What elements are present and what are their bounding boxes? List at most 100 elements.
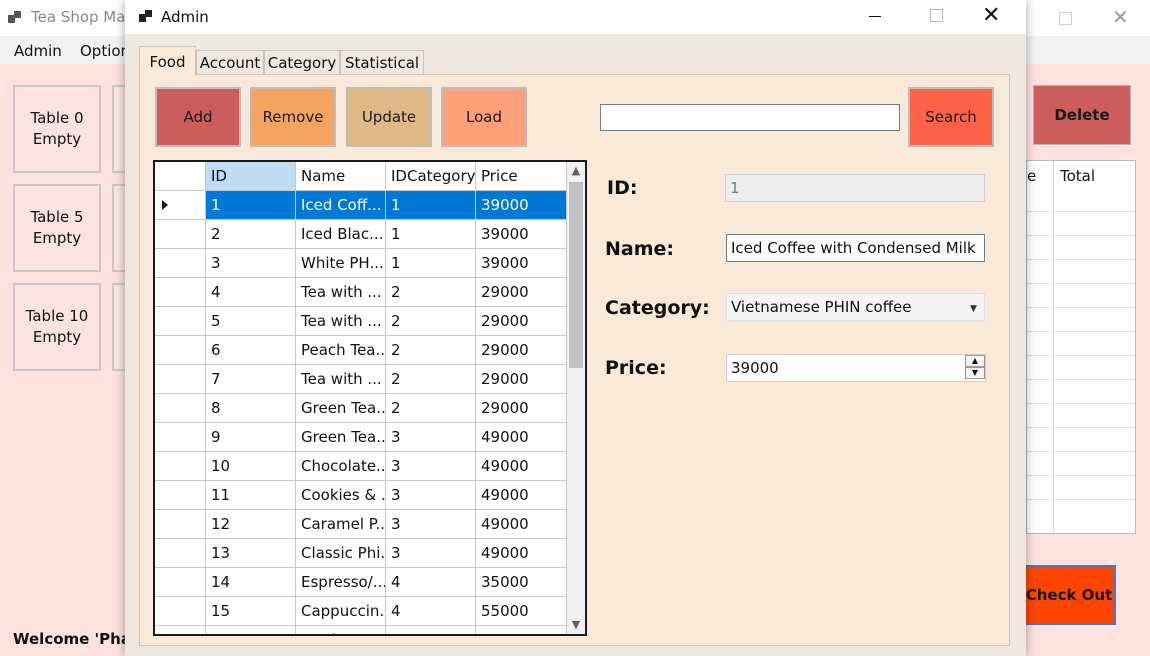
grid-cell-id[interactable]: 3 bbox=[206, 249, 296, 278]
grid-cell-price[interactable]: 55000 bbox=[476, 597, 567, 626]
grid-cell-price[interactable]: 49000 bbox=[476, 539, 567, 568]
row-header[interactable] bbox=[155, 336, 206, 365]
table-row[interactable]: 11 Cookies & ... 3 49000 bbox=[155, 481, 567, 510]
grid-cell-id[interactable]: 4 bbox=[206, 278, 296, 307]
row-header[interactable] bbox=[155, 249, 206, 278]
table-button-5[interactable]: Table 5 Empty bbox=[13, 184, 101, 272]
grid-cell-name[interactable]: Tea with ... bbox=[296, 278, 386, 307]
grid-cell-price[interactable]: 39000 bbox=[476, 191, 567, 220]
grid-cell-id[interactable]: 16 bbox=[206, 626, 296, 634]
grid-cell-idcategory[interactable]: 2 bbox=[386, 278, 476, 307]
table-row[interactable]: 16Mocha/C...459000 bbox=[155, 626, 567, 634]
grid-cell-idcategory[interactable]: 4 bbox=[386, 568, 476, 597]
scroll-thumb[interactable] bbox=[569, 182, 583, 368]
grid-cell-id[interactable]: 7 bbox=[206, 365, 296, 394]
row-header[interactable] bbox=[155, 597, 206, 626]
table-button-partial[interactable] bbox=[112, 184, 126, 272]
row-header[interactable] bbox=[155, 365, 206, 394]
grid-cell-name[interactable]: Espresso/... bbox=[296, 568, 386, 597]
grid-vertical-scrollbar[interactable]: ▲ ▼ bbox=[567, 162, 585, 634]
grid-cell-name[interactable]: Iced Blac... bbox=[296, 220, 386, 249]
tab-account[interactable]: Account bbox=[196, 50, 264, 74]
search-input[interactable] bbox=[600, 104, 900, 131]
grid-cell-id[interactable]: 9 bbox=[206, 423, 296, 452]
grid-cell-name[interactable]: Cappuccin... bbox=[296, 597, 386, 626]
table-row[interactable]: 10 Chocolate... 3 49000 bbox=[155, 452, 567, 481]
stepper-down-icon[interactable]: ▼ bbox=[965, 367, 985, 379]
table-row[interactable]: 9 Green Tea... 3 49000 bbox=[155, 423, 567, 452]
table-row[interactable]: 6 Peach Tea... 2 29000 bbox=[155, 336, 567, 365]
table-row[interactable]: 12 Caramel P... 3 49000 bbox=[155, 510, 567, 539]
table-row[interactable]: 3 White PH... 1 39000 bbox=[155, 249, 567, 278]
grid-cell-idcategory[interactable]: 2 bbox=[386, 307, 476, 336]
grid-cell-price[interactable]: 29000 bbox=[476, 278, 567, 307]
price-stepper[interactable]: 39000 bbox=[726, 354, 986, 382]
row-header[interactable] bbox=[155, 481, 206, 510]
row-header[interactable] bbox=[155, 423, 206, 452]
grid-cell-price[interactable]: 49000 bbox=[476, 452, 567, 481]
grid-cell-name[interactable]: Cookies & ... bbox=[296, 481, 386, 510]
scroll-up-icon[interactable]: ▲ bbox=[567, 162, 585, 180]
table-row[interactable]: 15 Cappuccin... 4 55000 bbox=[155, 597, 567, 626]
grid-cell-price[interactable]: 39000 bbox=[476, 249, 567, 278]
grid-cell-idcategory[interactable]: 3 bbox=[386, 452, 476, 481]
table-row[interactable]: 4 Tea with ... 2 29000 bbox=[155, 278, 567, 307]
grid-cell-price[interactable]: 49000 bbox=[476, 481, 567, 510]
grid-cell-name[interactable]: Classic Phi... bbox=[296, 539, 386, 568]
row-header[interactable] bbox=[155, 307, 206, 336]
grid-cell-price[interactable]: 39000 bbox=[476, 220, 567, 249]
name-field[interactable]: Iced Coffee with Condensed Milk bbox=[726, 234, 985, 262]
grid-cell-idcategory[interactable]: 1 bbox=[386, 191, 476, 220]
table-row[interactable]: 1 Iced Coff... 1 39000 bbox=[155, 191, 567, 220]
grid-cell-name[interactable]: Tea with ... bbox=[296, 307, 386, 336]
grid-cell-idcategory[interactable]: 2 bbox=[386, 336, 476, 365]
grid-cell-name[interactable]: Peach Tea... bbox=[296, 336, 386, 365]
grid-cell-id[interactable]: 14 bbox=[206, 568, 296, 597]
table-button-partial[interactable] bbox=[112, 283, 126, 371]
update-button[interactable]: Update bbox=[346, 87, 432, 147]
row-header[interactable] bbox=[155, 220, 206, 249]
grid-cell-price[interactable]: 29000 bbox=[476, 394, 567, 423]
stepper-up-icon[interactable]: ▲ bbox=[965, 355, 985, 367]
grid-cell-idcategory[interactable]: 3 bbox=[386, 423, 476, 452]
table-row[interactable]: 13 Classic Phi... 3 49000 bbox=[155, 539, 567, 568]
grid-header-id[interactable]: ID bbox=[206, 162, 296, 191]
grid-cell-name[interactable]: Iced Coff... bbox=[296, 191, 386, 220]
grid-cell-id[interactable]: 1 bbox=[206, 191, 296, 220]
grid-cell-name[interactable]: Green Tea... bbox=[296, 423, 386, 452]
grid-cell-price[interactable]: 49000 bbox=[476, 423, 567, 452]
grid-cell-id[interactable]: 13 bbox=[206, 539, 296, 568]
tab-category[interactable]: Category bbox=[264, 50, 340, 74]
grid-cell-idcategory[interactable]: 4 bbox=[386, 626, 476, 634]
scroll-down-icon[interactable]: ▼ bbox=[567, 616, 585, 634]
grid-cell-idcategory[interactable]: 2 bbox=[386, 365, 476, 394]
search-button[interactable]: Search bbox=[908, 87, 994, 147]
grid-cell-name[interactable]: Green Tea... bbox=[296, 394, 386, 423]
load-button[interactable]: Load bbox=[441, 87, 527, 147]
grid-cell-idcategory[interactable]: 4 bbox=[386, 597, 476, 626]
grid-cell-name[interactable]: Caramel P... bbox=[296, 510, 386, 539]
grid-cell-name[interactable]: Tea with ... bbox=[296, 365, 386, 394]
delete-button[interactable]: Delete bbox=[1033, 85, 1131, 145]
close-icon[interactable]: ✕ bbox=[982, 3, 1000, 29]
menu-option[interactable]: Option bbox=[80, 42, 130, 60]
row-header[interactable] bbox=[155, 539, 206, 568]
grid-cell-idcategory[interactable]: 3 bbox=[386, 510, 476, 539]
row-header[interactable] bbox=[155, 452, 206, 481]
table-row[interactable]: 7 Tea with ... 2 29000 bbox=[155, 365, 567, 394]
table-row[interactable]: 2 Iced Blac... 1 39000 bbox=[155, 220, 567, 249]
table-row[interactable]: 5 Tea with ... 2 29000 bbox=[155, 307, 567, 336]
grid-cell-id[interactable]: 12 bbox=[206, 510, 296, 539]
table-row[interactable]: 14 Espresso/... 4 35000 bbox=[155, 568, 567, 597]
grid-cell-id[interactable]: 8 bbox=[206, 394, 296, 423]
grid-cell-idcategory[interactable]: 1 bbox=[386, 249, 476, 278]
grid-cell-price[interactable]: 29000 bbox=[476, 336, 567, 365]
grid-cell-price[interactable]: 49000 bbox=[476, 510, 567, 539]
grid-cell-price[interactable]: 29000 bbox=[476, 307, 567, 336]
table-button-partial[interactable] bbox=[112, 85, 126, 173]
grid-cell-idcategory[interactable]: 2 bbox=[386, 394, 476, 423]
grid-cell-id[interactable]: 10 bbox=[206, 452, 296, 481]
grid-cell-price[interactable]: 29000 bbox=[476, 365, 567, 394]
grid-cell-id[interactable]: 5 bbox=[206, 307, 296, 336]
grid-cell-id[interactable]: 6 bbox=[206, 336, 296, 365]
